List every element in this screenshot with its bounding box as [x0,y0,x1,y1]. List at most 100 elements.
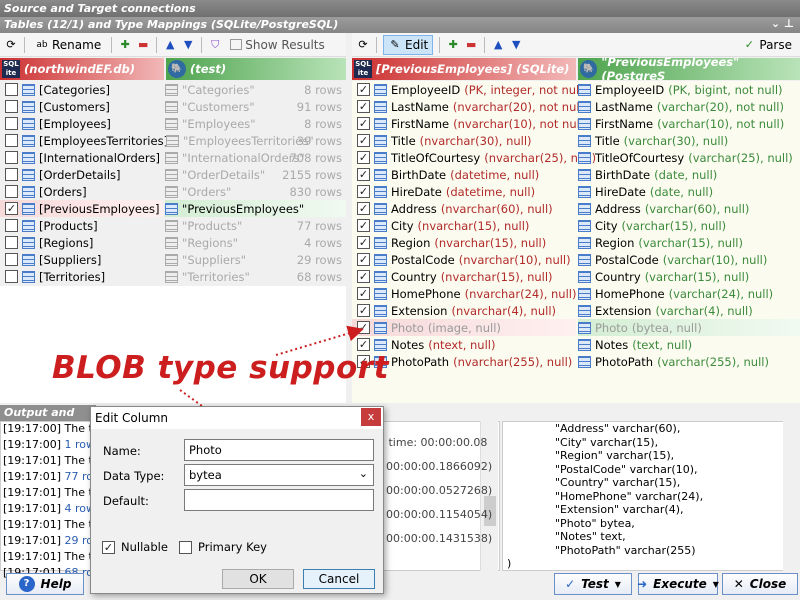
column-row[interactable]: ✓ BirthDate (datetime, null) BirthDate (date… [352,166,800,183]
execute-button[interactable]: ➜ Execute ▼ [637,573,719,595]
table-checkbox[interactable] [5,236,18,249]
column-row[interactable]: ✓ Region (nvarchar(15), null) Region (varcha… [352,234,800,251]
table-row[interactable]: [Customers] "Customers" 91 rows [0,98,346,115]
table-row[interactable]: [Regions] "Regions" 4 rows [0,234,346,251]
parse-button[interactable]: ✓ Parse [738,35,796,55]
default-label: Default: [103,494,149,508]
primary-key-check[interactable] [179,540,192,554]
column-checkbox[interactable]: ✓ [357,219,370,232]
column-checkbox[interactable]: ✓ [357,304,370,317]
move-down-icon[interactable]: ▼ [181,38,195,52]
column-checkbox[interactable]: ✓ [357,100,370,113]
remove-icon[interactable]: ▬ [464,38,478,52]
move-up-icon[interactable]: ▲ [163,38,177,52]
ok-button[interactable]: OK [222,569,294,589]
column-checkbox[interactable]: ✓ [357,321,370,334]
table-row[interactable]: [Employees] "Employees" 8 rows [0,115,346,132]
help-button[interactable]: ? Help [6,573,84,595]
column-checkbox[interactable]: ✓ [357,83,370,96]
table-checkbox[interactable] [5,185,18,198]
table-checkbox[interactable] [5,83,18,96]
table-row[interactable]: ✓ [PreviousEmployees] "PreviousEmployees" [0,200,346,217]
column-checkbox[interactable]: ✓ [357,151,370,164]
column-row[interactable]: ✓ Title (nvarchar(30), null) Title (varchar(… [352,132,800,149]
add-icon[interactable]: ✚ [118,38,132,52]
table-row[interactable]: [Products] "Products" 77 rows [0,217,346,234]
column-checkbox[interactable]: ✓ [357,253,370,266]
column-checkbox[interactable]: ✓ [357,134,370,147]
move-down-icon[interactable]: ▼ [509,38,523,52]
table-checkbox[interactable]: ✓ [5,202,18,215]
table-checkbox[interactable] [5,151,18,164]
column-row[interactable]: ✓ Notes (ntext, null) Notes (text, null) [352,336,800,353]
refresh-icon[interactable]: ⟳ [356,38,370,52]
column-checkbox[interactable]: ✓ [357,168,370,181]
table-row[interactable]: [Categories] "Categories" 8 rows [0,81,346,98]
column-checkbox[interactable]: ✓ [357,185,370,198]
column-row[interactable]: ✓ PhotoPath (nvarchar(255), null) PhotoPath… [352,353,800,370]
cancel-button[interactable]: Cancel [303,569,375,589]
column-icon [578,83,591,96]
remove-icon[interactable]: ▬ [136,38,150,52]
column-row[interactable]: ✓ HomePhone (nvarchar(24), null) HomePhone(… [352,285,800,302]
add-icon[interactable]: ✚ [446,38,460,52]
column-icon [374,168,387,181]
data-type-select[interactable]: bytea ⌄ [184,464,374,486]
chevron-down-icon: ⌄ [358,467,368,480]
close-button[interactable]: ✕ Close [722,573,798,595]
column-row[interactable]: ✓ PostalCode (nvarchar(10), null) PostalCod… [352,251,800,268]
column-row[interactable]: ✓ HireDate (datetime, null) HireDate (date, … [352,183,800,200]
column-checkbox[interactable]: ✓ [357,287,370,300]
name-field[interactable]: Photo [184,439,374,461]
target-column-type: (PK, bigint, not null) [668,82,783,97]
refresh-icon[interactable]: ⟳ [4,38,18,52]
column-checkbox[interactable]: ✓ [357,202,370,215]
table-row[interactable]: [InternationalOrders] "InternationalOrder… [0,149,346,166]
table-checkbox[interactable] [5,253,18,266]
column-checkbox[interactable]: ✓ [357,270,370,283]
filter-icon[interactable]: ⛉ [208,38,222,52]
edit-button[interactable]: ✎ Edit [383,34,434,55]
table-row[interactable]: [Territories] "Territories" 68 rows [0,268,346,285]
default-field[interactable] [184,489,374,511]
nullable-check[interactable]: ✓ [102,540,115,554]
show-results-button[interactable]: Show Results [226,35,329,55]
table-checkbox[interactable] [5,168,18,181]
pin-icon[interactable]: ⌄ ⊥ [771,17,794,30]
column-row[interactable]: ✓ EmployeeID (PK, integer, not null) Employ… [352,81,800,98]
column-type: (image, null) [427,320,501,335]
nullable-checkbox[interactable]: ✓ Nullable [102,540,168,554]
table-row[interactable]: [EmployeesTerritories] "EmployeesTerritor… [0,132,346,149]
table-checkbox[interactable] [5,100,18,113]
dialog-close-button[interactable]: x [361,408,381,426]
column-row[interactable]: ✓ Country (nvarchar(15), null) Country (varc… [352,268,800,285]
dialog-title: Edit Column [91,407,383,429]
column-row[interactable]: ✓ City (nvarchar(15), null) City (varchar(15… [352,217,800,234]
table-checkbox[interactable] [5,134,18,147]
column-checkbox[interactable]: ✓ [357,236,370,249]
target-column-name: Photo [595,320,628,335]
column-row[interactable]: ✓ Photo (image, null) Photo (bytea, null) [352,319,800,336]
check-icon: ✓ [744,37,754,51]
column-name: Country [391,269,437,284]
column-row[interactable]: ✓ Address (nvarchar(60), null) Address (varc… [352,200,800,217]
column-icon [578,168,591,181]
column-row[interactable]: ✓ FirstName (nvarchar(10), not null) FirstN… [352,115,800,132]
column-row[interactable]: ✓ TitleOfCourtesy (nvarchar(25), null) Titl… [352,149,800,166]
table-checkbox[interactable] [5,117,18,130]
column-row[interactable]: ✓ Extension (nvarchar(4), null) Extension (v… [352,302,800,319]
primary-key-checkbox[interactable]: Primary Key [179,540,267,554]
column-row[interactable]: ✓ LastName (nvarchar(20), not null) LastNam… [352,98,800,115]
column-checkbox[interactable]: ✓ [357,117,370,130]
table-row[interactable]: [OrderDetails] "OrderDetails" 2155 rows [0,166,346,183]
column-name: EmployeeID [391,82,461,97]
sql-scrollbar[interactable] [783,421,800,571]
table-row[interactable]: [Orders] "Orders" 830 rows [0,183,346,200]
table-row[interactable]: [Suppliers] "Suppliers" 29 rows [0,251,346,268]
table-checkbox[interactable] [5,270,18,283]
sql-line: "PhotoPath" varchar(255) [555,543,696,557]
table-checkbox[interactable] [5,219,18,232]
test-button[interactable]: ✓ Test ▼ [554,573,632,595]
rename-button[interactable]: ab Rename [31,35,105,55]
move-up-icon[interactable]: ▲ [491,38,505,52]
